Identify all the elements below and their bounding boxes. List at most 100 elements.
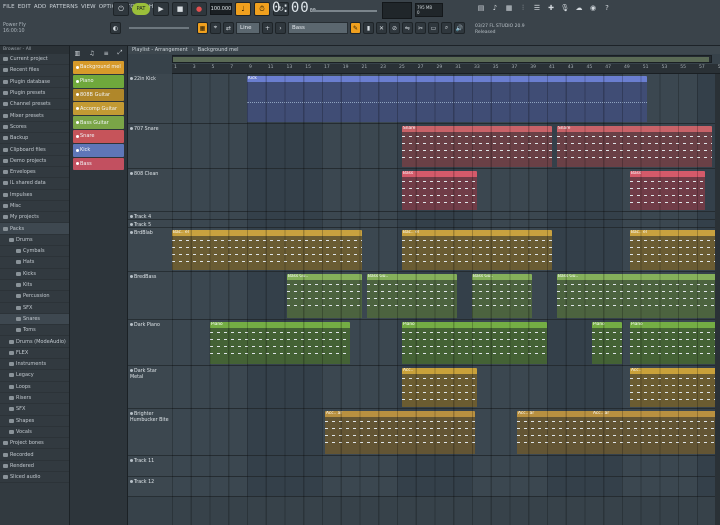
- channel-button[interactable]: 808B Guitar: [73, 88, 124, 102]
- track-lane[interactable]: [172, 212, 720, 220]
- browser-item[interactable]: Sliced audio: [0, 472, 69, 484]
- pitch-slider[interactable]: [129, 27, 189, 29]
- track-led-icon[interactable]: [130, 172, 133, 175]
- track-lane[interactable]: Snare Snare: [172, 124, 720, 169]
- record-button[interactable]: ●: [191, 2, 207, 16]
- browser-item[interactable]: FLEX: [0, 348, 69, 360]
- track-led-icon[interactable]: [130, 231, 133, 234]
- pitch-knob-icon[interactable]: ◐: [110, 22, 121, 34]
- channel-button[interactable]: Bass: [73, 157, 124, 171]
- pattern-clip[interactable]: Snare: [402, 126, 552, 167]
- browser-item[interactable]: Snares: [0, 313, 69, 326]
- vertical-scrollbar[interactable]: [715, 74, 720, 525]
- track-led-icon[interactable]: [130, 223, 133, 226]
- mute-tool-icon[interactable]: ⊘: [389, 22, 400, 34]
- browser-item[interactable]: My projects: [0, 212, 69, 224]
- browser-item[interactable]: Mixer presets: [0, 110, 69, 122]
- pattern-clip[interactable]: Bac.. el: [402, 230, 552, 270]
- track-led-icon[interactable]: [130, 412, 133, 415]
- channel-led-icon[interactable]: [76, 79, 79, 83]
- browser-item[interactable]: Risers: [0, 393, 69, 405]
- menu-file[interactable]: FILE: [3, 4, 15, 10]
- pattern-clip[interactable]: Bass: [630, 171, 705, 210]
- tempo-display[interactable]: 100.000: [210, 3, 232, 15]
- pattern-clip[interactable]: Acc.. ar: [325, 411, 475, 454]
- browser-item[interactable]: Legacy: [0, 370, 69, 382]
- filter-icon[interactable]: ≡: [104, 50, 109, 57]
- pattern-clip[interactable]: Acc..: [630, 368, 720, 407]
- timeline-ruler[interactable]: 1 3 5 7 9 11 13 15 17 19 21 23 25 27 29 31 33 35 37 39 41 43 4…: [172, 64, 720, 74]
- draw-tool-icon[interactable]: ✎: [350, 22, 361, 34]
- play-button[interactable]: ▶: [153, 2, 169, 16]
- track-led-icon[interactable]: [130, 323, 133, 326]
- pattern-clip[interactable]: Acc.. ar: [592, 411, 720, 454]
- channel-button[interactable]: Kick: [73, 143, 124, 157]
- pattern-song-toggle[interactable]: PAT: [132, 3, 150, 15]
- playlist-breadcrumb[interactable]: Background mel: [198, 47, 239, 53]
- channel-button[interactable]: Snare: [73, 129, 124, 143]
- channel-led-icon[interactable]: [76, 107, 79, 111]
- browser-item[interactable]: Misc: [0, 201, 69, 213]
- playlist-overview[interactable]: [172, 55, 712, 63]
- link-icon[interactable]: ⇄: [223, 22, 234, 34]
- pattern-clip[interactable]: Piano: [592, 322, 622, 364]
- plugin-picker-icon[interactable]: ✚: [546, 3, 556, 13]
- arrow-right-icon[interactable]: ›: [275, 22, 286, 34]
- pattern-clip[interactable]: Kick: [247, 76, 647, 122]
- piano-roll-icon[interactable]: ♪: [490, 3, 500, 13]
- channel-led-icon[interactable]: [76, 162, 79, 166]
- menu-add[interactable]: ADD: [34, 4, 47, 10]
- browser-item[interactable]: Kicks: [0, 269, 69, 280]
- pattern-icon[interactable]: ▦: [197, 22, 208, 34]
- pattern-clip[interactable]: Bass Gu..: [472, 274, 532, 318]
- channel-button[interactable]: Piano: [73, 74, 124, 88]
- browser-item[interactable]: Kits: [0, 280, 69, 292]
- help-icon[interactable]: ?: [602, 3, 612, 13]
- menu-edit[interactable]: EDIT: [18, 4, 31, 10]
- browser-item[interactable]: Toms: [0, 325, 69, 337]
- pattern-clip[interactable]: Piano: [630, 322, 720, 364]
- channel-button[interactable]: Bass Guitar: [73, 116, 124, 129]
- channel-led-icon[interactable]: [76, 65, 79, 69]
- power-icon[interactable]: ⏻: [113, 2, 129, 16]
- track-header[interactable]: Track 11: [128, 456, 172, 477]
- track-header[interactable]: Dark Piano: [128, 320, 172, 366]
- browser-item[interactable]: Instruments: [0, 359, 69, 371]
- pattern-clip[interactable]: Bass Gu..: [367, 274, 457, 318]
- pattern-clip[interactable]: Snare: [557, 126, 712, 167]
- menu-view[interactable]: VIEW: [81, 4, 96, 10]
- snap-magnet-icon[interactable]: ⌖: [210, 22, 221, 34]
- pattern-clip[interactable]: Bac.. el: [630, 230, 720, 270]
- browser-item[interactable]: SFX: [0, 404, 69, 416]
- track-lane[interactable]: Bass Bass: [172, 169, 720, 212]
- browser-item[interactable]: Packs: [0, 223, 69, 235]
- track-header[interactable]: 808 Clean: [128, 169, 172, 212]
- track-header[interactable]: Track 12: [128, 477, 172, 497]
- wait-input-icon[interactable]: ⏱: [254, 2, 270, 16]
- browser-item[interactable]: Vocals: [0, 427, 69, 439]
- menu-patterns[interactable]: PATTERNS: [49, 4, 78, 10]
- track-led-icon[interactable]: [130, 480, 133, 483]
- pattern-clip[interactable]: Bass: [402, 171, 477, 210]
- pattern-clip[interactable]: Bass Gu..: [557, 274, 720, 318]
- browser-item[interactable]: Rendered: [0, 461, 69, 472]
- browser-item[interactable]: Backup: [0, 133, 69, 145]
- track-header[interactable]: Dark Star Metal: [128, 366, 172, 409]
- track-led-icon[interactable]: [130, 459, 133, 462]
- browser-item[interactable]: Plugin database: [0, 77, 69, 88]
- browser-item[interactable]: Channel presets: [0, 99, 69, 111]
- plus-icon[interactable]: +: [262, 22, 273, 34]
- pattern-clip[interactable]: Acc..: [402, 368, 477, 407]
- browser-item[interactable]: Recent files: [0, 65, 69, 77]
- channel-rack-icon[interactable]: ▦: [504, 3, 514, 13]
- pattern-clip[interactable]: Piano: [210, 322, 350, 364]
- slip-tool-icon[interactable]: ⇋: [402, 22, 413, 34]
- browser-item[interactable]: Drums: [0, 235, 69, 247]
- browser-item[interactable]: Scores: [0, 122, 69, 134]
- cloud-icon[interactable]: ☁: [574, 3, 584, 13]
- delete-tool-icon[interactable]: ✕: [376, 22, 387, 34]
- track-led-icon[interactable]: [130, 275, 133, 278]
- master-volume-slider[interactable]: [312, 10, 377, 12]
- browser-item[interactable]: Drums (ModeAudio): [0, 336, 69, 348]
- browser-item[interactable]: Cymbals: [0, 246, 69, 258]
